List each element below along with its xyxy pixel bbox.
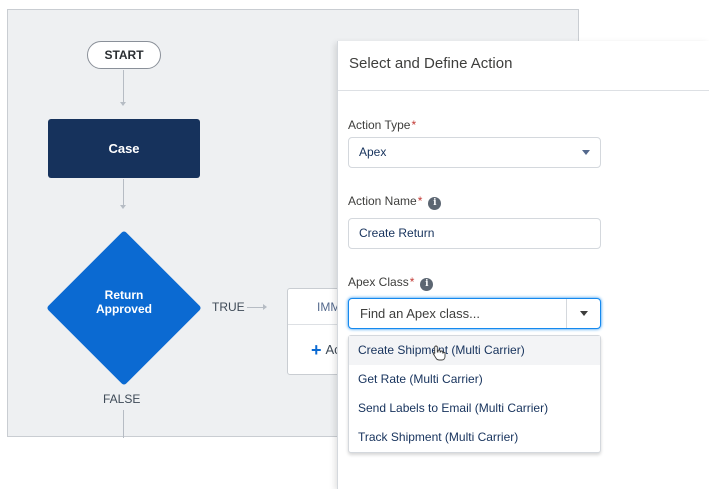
action-type-label-text: Action Type [348, 118, 411, 132]
apex-class-placeholder: Find an Apex class... [360, 306, 480, 321]
connector-line [123, 70, 124, 104]
required-asterisk: * [411, 118, 417, 132]
action-name-label: Action Name* i [348, 194, 442, 210]
dropdown-option[interactable]: Get Rate (Multi Carrier) [349, 365, 600, 394]
arrow-down-icon [120, 102, 126, 106]
apex-class-dropdown: Create Shipment (Multi Carrier) Get Rate… [348, 335, 601, 453]
action-type-label: Action Type* [348, 118, 416, 132]
decision-label-line1: Return [104, 288, 144, 302]
info-icon[interactable]: i [420, 278, 434, 291]
caret-down-icon[interactable] [580, 311, 588, 316]
connector-line [123, 410, 124, 438]
action-name-label-text: Action Name [348, 194, 417, 208]
decision-label-line2: Approved [95, 302, 152, 316]
arrow-down-icon [120, 205, 126, 209]
action-type-value: Apex [359, 145, 387, 159]
apex-class-label: Apex Class* i [348, 275, 434, 291]
connector-line [123, 179, 124, 207]
hand-cursor-icon [432, 345, 446, 361]
decision-node[interactable]: Return Approved [46, 230, 202, 386]
required-asterisk: * [409, 275, 415, 289]
connector-line [247, 307, 263, 308]
dropdown-option[interactable]: Send Labels to Email (Multi Carrier) [349, 394, 600, 423]
true-branch-label: TRUE [212, 300, 245, 314]
decision-label: Return Approved [46, 288, 202, 316]
info-icon[interactable]: i [428, 197, 442, 210]
apex-class-search-input[interactable]: Find an Apex class... [348, 298, 601, 329]
action-name-input[interactable]: Create Return [348, 218, 601, 249]
dropdown-option[interactable]: Track Shipment (Multi Carrier) [349, 423, 600, 452]
process-builder: START Case Return Approved TRUE IMM + Ac … [0, 0, 709, 489]
start-node[interactable]: START [87, 41, 161, 69]
action-panel: Select and Define Action Action Type* Ap… [337, 41, 709, 489]
caret-down-icon [582, 150, 590, 155]
apex-class-label-text: Apex Class [348, 275, 409, 289]
action-name-value: Create Return [359, 226, 435, 240]
combo-divider [566, 299, 567, 328]
action-type-select[interactable]: Apex [348, 137, 601, 168]
case-node[interactable]: Case [48, 119, 200, 178]
arrow-right-icon [263, 304, 267, 310]
required-asterisk: * [417, 194, 423, 208]
panel-title: Select and Define Action [338, 41, 709, 91]
plus-icon: + [311, 340, 322, 360]
dropdown-option[interactable]: Create Shipment (Multi Carrier) [349, 336, 600, 365]
false-branch-label: FALSE [103, 392, 141, 406]
